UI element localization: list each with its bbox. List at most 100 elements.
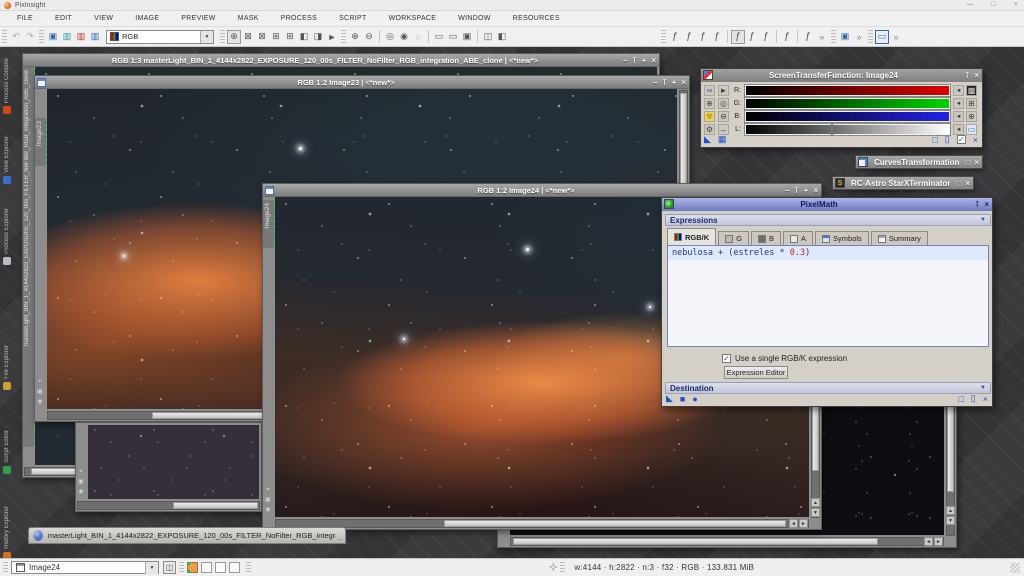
statusbar-handle[interactable] <box>246 562 251 574</box>
iconize-icon[interactable]: – <box>653 76 657 89</box>
browse-doc-icon[interactable]: ▯ <box>971 393 976 404</box>
channel-grid-icon[interactable]: ⊞ <box>966 98 977 109</box>
toolbar-handle[interactable] <box>341 30 346 44</box>
menu-edit[interactable]: EDIT <box>44 15 83 22</box>
scroll-down-icon[interactable]: ▼ <box>811 508 820 517</box>
new-instance-icon[interactable]: □ <box>932 135 937 145</box>
reset-channel-icon[interactable]: ◄ <box>953 98 964 109</box>
reset-channel-icon[interactable]: ◄ <box>953 85 964 96</box>
menu-preview[interactable]: PREVIEW <box>170 15 226 22</box>
shade-icon[interactable]: ⊺ <box>632 54 636 67</box>
statusbar-handle[interactable] <box>3 562 8 574</box>
window-selector-icon[interactable] <box>265 186 274 195</box>
preview-rect2-icon[interactable] <box>446 30 460 44</box>
image24-h-scrollbar[interactable]: ◄ ► <box>275 519 809 528</box>
close-icon[interactable]: × <box>974 158 979 167</box>
tab-b[interactable]: B <box>751 231 781 245</box>
chevron-down-icon[interactable]: ▼ <box>200 31 213 43</box>
center-image-icon[interactable] <box>283 30 297 44</box>
track-view-icon[interactable]: ◣ <box>666 393 673 404</box>
stf-misc-icon[interactable] <box>801 30 815 44</box>
shade-icon[interactable]: ⊺ <box>794 184 798 197</box>
shade-icon[interactable]: ⊺ <box>662 76 666 89</box>
stf-plus-icon[interactable] <box>745 30 759 44</box>
apply-global-icon[interactable]: ■ <box>680 394 685 404</box>
duplicate-view-button[interactable]: ◫ <box>163 561 176 574</box>
zoom-fit-icon[interactable] <box>397 30 411 44</box>
collapse-section-icon[interactable]: ▼ <box>980 217 986 223</box>
track-view-icon[interactable]: ◣ <box>704 134 711 145</box>
fit-view-icon[interactable] <box>241 30 255 44</box>
menu-file[interactable]: FILE <box>6 15 44 22</box>
channel-hist-icon[interactable]: ▩ <box>966 85 977 96</box>
stf-grid-icon[interactable]: ▦ <box>718 134 727 145</box>
channel-selector[interactable]: RGB ▼ <box>106 30 214 44</box>
toolbar-handle[interactable] <box>39 30 44 44</box>
workspace-1-button[interactable] <box>187 562 198 573</box>
stf-titlebar[interactable]: ScreenTransferFunction: Image24 ⊺ × <box>701 69 982 82</box>
image23-titlebar[interactable]: RGB 1:2 Image23 | <*new*> – ⊺ + × <box>35 76 689 89</box>
image24-frame-icons[interactable]: ⌖▣◉ <box>265 487 271 513</box>
tab-symbols[interactable]: Symbols <box>815 231 869 245</box>
toolbar-handle[interactable] <box>831 30 836 44</box>
zoom-out-icon[interactable] <box>362 30 376 44</box>
scroll-right-icon[interactable]: ► <box>934 537 943 546</box>
pixelmath-titlebar[interactable]: PixelMath ⊺ × <box>662 198 992 211</box>
chevron-down-icon[interactable]: ▼ <box>145 562 158 574</box>
scroll-up-icon[interactable]: ▲ <box>811 498 820 507</box>
stf-edit-icon[interactable] <box>682 30 696 44</box>
zoom-to-fit-icon[interactable] <box>255 30 269 44</box>
browse-doc-icon[interactable]: ▯ <box>945 134 950 145</box>
stf-green-bar[interactable] <box>745 98 950 109</box>
background-image-canvas[interactable] <box>88 425 259 499</box>
overflow-chevron-icon[interactable] <box>889 30 903 44</box>
expand-section-icon[interactable]: ▼ <box>980 385 986 391</box>
v-scrollbar[interactable]: ▲ ▼ <box>946 391 955 536</box>
sidebar-tab-history-explorer[interactable]: History Explorer <box>1 506 12 558</box>
statusbar-handle[interactable] <box>179 562 184 574</box>
enabled-checkbox[interactable]: ✓ <box>957 135 966 144</box>
tile-windows-icon[interactable] <box>481 30 495 44</box>
close-icon[interactable]: × <box>984 198 989 211</box>
preview-edit-icon[interactable] <box>311 30 325 44</box>
minimized-window-tab[interactable]: masterLight_BIN_1_4144x2822_EXPOSURE_120… <box>28 527 346 544</box>
new-instance-icon[interactable]: □ <box>958 394 963 404</box>
image23-side-tab[interactable]: Image23 <box>35 118 47 166</box>
expression-editor[interactable]: nebulosa + (estreles * 0.3) <box>667 245 989 347</box>
real-time-preview-icon[interactable]: ● <box>692 394 697 404</box>
workspace-4-button[interactable] <box>229 562 240 573</box>
preview-rect-icon[interactable] <box>432 30 446 44</box>
close-icon[interactable]: × <box>681 76 686 89</box>
workspace-2-button[interactable] <box>201 562 212 573</box>
close-icon[interactable]: × <box>651 54 656 67</box>
window-close-button[interactable]: × <box>1014 1 1018 8</box>
menu-script[interactable]: SCRIPT <box>328 15 377 22</box>
readout-mode-icon[interactable] <box>227 30 241 44</box>
channel-target-icon[interactable]: ⊕ <box>966 111 977 122</box>
expressions-section-header[interactable]: Expressions ▼ <box>665 214 991 226</box>
zoom-optimal-icon[interactable] <box>411 30 425 44</box>
tab-g[interactable]: G <box>718 231 749 245</box>
scroll-right-icon[interactable]: ► <box>799 519 808 528</box>
new-preview-icon[interactable] <box>297 30 311 44</box>
iconize-icon[interactable]: – <box>623 54 627 67</box>
stf-reset-icon[interactable] <box>780 30 794 44</box>
scroll-left-icon[interactable]: ◄ <box>789 519 798 528</box>
close-icon[interactable]: × <box>974 69 979 82</box>
menu-process[interactable]: PROCESS <box>270 15 328 22</box>
explorer-icon[interactable] <box>838 30 852 44</box>
sidebar-tab-view-explorer[interactable]: View Explorer <box>1 136 12 184</box>
toolbar-handle[interactable] <box>2 30 7 44</box>
overflow-chevron-icon[interactable] <box>815 30 829 44</box>
screen-stf-icon[interactable] <box>60 30 74 44</box>
stf-lum-bar[interactable] <box>745 124 950 135</box>
tab-a[interactable]: A <box>783 231 813 245</box>
window-maximize-button[interactable]: □ <box>992 1 996 8</box>
toolbar-handle[interactable] <box>868 30 873 44</box>
scroll-up-icon[interactable]: ▲ <box>946 506 955 515</box>
tab-rgbk[interactable]: RGB/K <box>667 228 716 245</box>
histogram-rgb-icon[interactable] <box>74 30 88 44</box>
stf-red-bar[interactable] <box>745 85 950 96</box>
toolbar-handle[interactable] <box>220 30 225 44</box>
workspace-3-button[interactable] <box>215 562 226 573</box>
